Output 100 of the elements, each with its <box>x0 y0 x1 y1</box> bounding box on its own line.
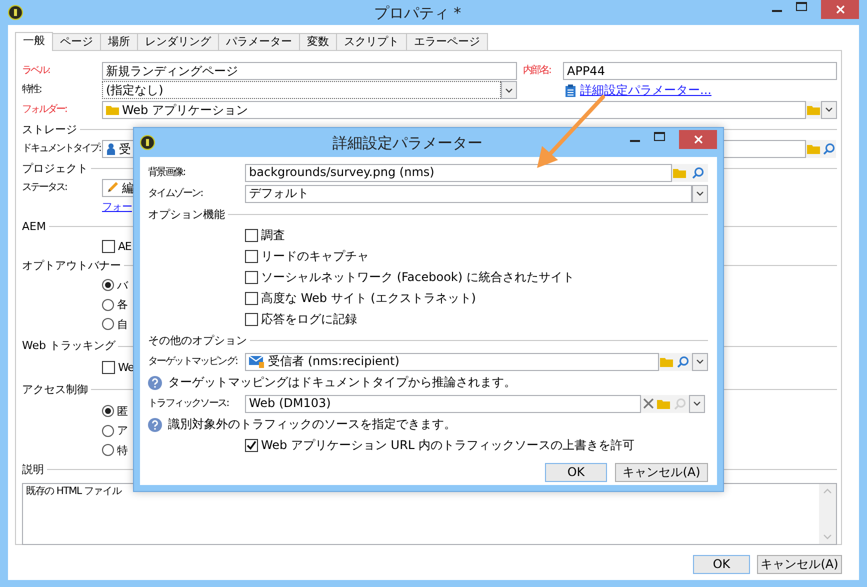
clipboard-icon <box>565 84 576 97</box>
section-title: その他のオプション <box>148 334 247 348</box>
text-field[interactable]: Web (DM103) <box>245 394 641 412</box>
ok-button[interactable]: OK <box>693 555 750 574</box>
radio-button[interactable] <box>102 318 114 330</box>
dropdown-button[interactable] <box>821 100 837 119</box>
app-logo-icon <box>140 135 155 150</box>
form-link[interactable]: フォー <box>102 200 132 214</box>
maximize-icon[interactable] <box>796 0 807 14</box>
option-label: リードのキャプチャ <box>261 249 369 264</box>
field-label: 内部名: <box>523 64 552 77</box>
field-label: 特性: <box>22 84 42 96</box>
ok-button[interactable]: OK <box>545 463 607 482</box>
folder-field[interactable]: Web アプリケーション <box>102 100 806 119</box>
close-button[interactable] <box>679 130 717 149</box>
option-label: 自 <box>117 318 128 331</box>
description-text: 既存の HTML ファイル <box>25 484 123 498</box>
dropdown-button[interactable] <box>689 394 705 412</box>
option-label: バ <box>117 278 128 292</box>
tab[interactable]: 変数 <box>299 33 337 50</box>
checkbox[interactable] <box>245 250 258 263</box>
field-label: 背景画像: <box>148 166 186 178</box>
option-label: 調査 <box>261 228 285 243</box>
person-icon <box>106 142 116 155</box>
section-title: プロジェクト <box>22 162 88 175</box>
help-text: 識別対象外のトラフィックのソースを指定できます。 <box>168 417 456 432</box>
section-title: オプション機能 <box>148 208 225 222</box>
tab[interactable]: 場所 <box>100 33 138 50</box>
envelope-icon <box>249 355 265 368</box>
tab[interactable]: パラメーター <box>218 33 300 50</box>
search-icon[interactable] <box>822 142 834 155</box>
section-title: アクセス制御 <box>22 382 88 396</box>
caret-icon <box>696 191 704 196</box>
cancel-button[interactable]: キャンセル(A) <box>615 463 708 482</box>
radio-button[interactable] <box>102 279 114 292</box>
dropdown-field[interactable]: (指定なし) <box>102 81 501 100</box>
field-value: 受信者 (nms:recipient) <box>268 354 400 369</box>
text-field[interactable]: 新規ランディングページ <box>102 62 517 80</box>
option-label: ア <box>117 424 128 438</box>
radio-button[interactable] <box>102 444 114 456</box>
field-label: タイムゾーン: <box>148 188 204 200</box>
text-field[interactable]: backgrounds/survey.png (nms) <box>245 164 672 182</box>
checkbox[interactable] <box>102 361 115 374</box>
picker-field[interactable]: 受信者 (nms:recipient) <box>245 352 659 370</box>
tab[interactable]: スクリプト <box>336 33 407 50</box>
field-label: ターゲットマッピング: <box>148 356 238 368</box>
advanced-settings-link[interactable]: 詳細設定パラメーター... <box>580 83 712 98</box>
radio-button[interactable] <box>102 424 114 437</box>
section-title: オプトアウトバナー <box>22 259 121 272</box>
caret-icon <box>693 401 701 406</box>
help-icon <box>148 418 162 432</box>
tab[interactable]: ページ <box>52 33 101 50</box>
checkbox[interactable] <box>245 229 258 242</box>
option-label: AE <box>118 240 132 253</box>
field-label: ドキュメントタイプ: <box>22 142 102 155</box>
field-label: トラフィックソース: <box>148 398 230 410</box>
cancel-button[interactable]: キャンセル(A) <box>757 555 842 574</box>
dropdown-button[interactable] <box>501 81 517 100</box>
section-title: Web トラッキング <box>22 339 116 353</box>
tab[interactable]: レンダリング <box>137 33 219 50</box>
checkbox[interactable] <box>245 313 258 326</box>
checkbox[interactable] <box>245 292 258 305</box>
option-label: ソーシャルネットワーク (Facebook) に統合されたサイト <box>261 270 574 285</box>
app-logo-icon <box>8 5 23 20</box>
option-label: Web アプリケーション URL 内のトラフィックソースの上書きを許可 <box>261 438 634 453</box>
search-icon[interactable] <box>677 356 689 368</box>
dropdown-button[interactable] <box>692 352 708 370</box>
tab[interactable]: エラーページ <box>406 33 488 50</box>
search-icon[interactable] <box>692 166 704 178</box>
folder-icon <box>106 104 119 115</box>
caret-icon <box>505 88 513 93</box>
field-label: ステータス: <box>22 182 68 194</box>
checkbox[interactable] <box>102 240 115 253</box>
dropdown-field[interactable]: デフォルト <box>245 184 692 202</box>
close-button[interactable] <box>821 0 859 19</box>
checkbox[interactable] <box>245 439 258 452</box>
field-value: 受 <box>119 142 131 156</box>
radio-button[interactable] <box>102 298 114 311</box>
help-icon <box>148 376 162 390</box>
field-label: ラベル: <box>22 64 51 77</box>
option-label: 高度な Web サイト (エクストラネット) <box>261 291 476 306</box>
tab[interactable]: 一般 <box>15 32 53 51</box>
check-icon <box>246 440 257 451</box>
clear-icon[interactable] <box>643 398 654 409</box>
dialog-title: 詳細設定パラメーター <box>332 134 484 152</box>
caret-icon <box>696 359 704 364</box>
maximize-icon[interactable] <box>654 130 665 144</box>
close-icon <box>836 5 844 14</box>
text-field[interactable]: APP44 <box>563 62 837 80</box>
dropdown-button[interactable] <box>692 184 708 202</box>
checkbox[interactable] <box>245 271 258 284</box>
window-title: プロパティ * <box>372 4 462 22</box>
option-label: 各 <box>117 298 128 312</box>
section-title: ストレージ <box>22 122 77 136</box>
option-label: 匿 <box>117 404 128 418</box>
option-label: 特 <box>117 444 128 457</box>
radio-button[interactable] <box>102 405 114 418</box>
caret-icon <box>825 107 833 112</box>
option-label: 応答をログに記録 <box>261 312 357 327</box>
pencil-icon <box>106 181 119 194</box>
